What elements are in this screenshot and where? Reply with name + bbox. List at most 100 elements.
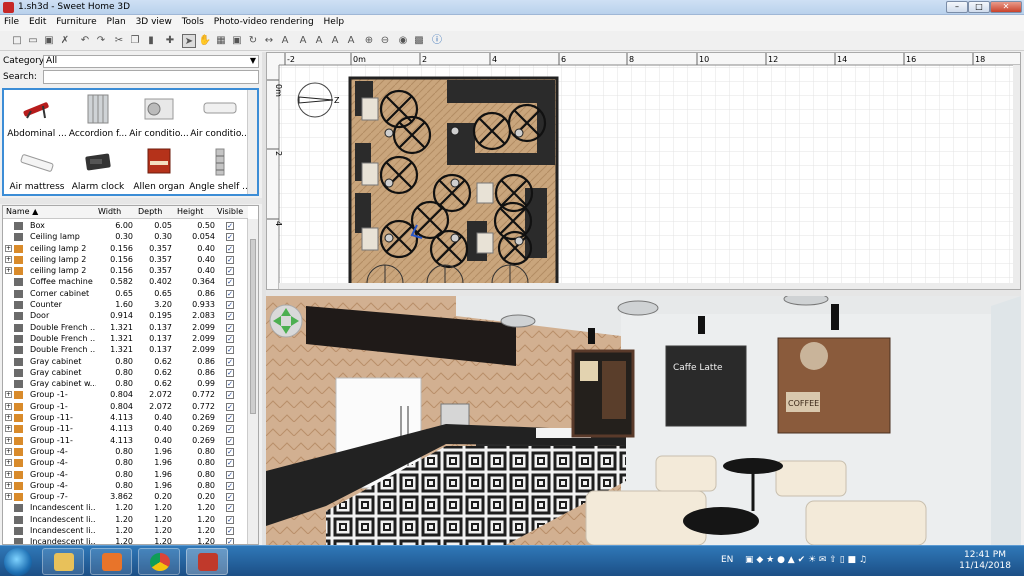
table-row[interactable]: Double French ... 1.321 0.137 2.099 ✓ — [3, 322, 248, 333]
table-row[interactable]: Gray cabinet 0.80 0.62 0.86 ✓ — [3, 367, 248, 378]
copy-icon[interactable]: ❐ — [128, 34, 142, 48]
new-file-icon[interactable]: □ — [10, 34, 24, 48]
visible-checkbox[interactable]: ✓ — [226, 357, 234, 366]
table-row[interactable]: Double French ... 1.321 0.137 2.099 ✓ — [3, 333, 248, 344]
visible-checkbox[interactable]: ✓ — [226, 312, 234, 321]
zoom-in-icon[interactable]: ⊕ — [362, 34, 376, 48]
menu-file[interactable]: File — [0, 15, 22, 27]
taskbar-file-explorer[interactable] — [42, 548, 84, 575]
table-row[interactable]: + Group -4- 0.80 1.96 0.80 ✓ — [3, 457, 248, 468]
table-row[interactable]: Corner cabinet 0.65 0.65 0.86 ✓ — [3, 288, 248, 299]
scrollbar-thumb[interactable] — [250, 239, 256, 414]
menu-tools[interactable]: Tools — [178, 15, 207, 27]
plan-view[interactable]: -2 0m 2 4 6 8 10 12 14 16 18 0m 2 4 Z — [266, 52, 1021, 290]
table-row[interactable]: Gray cabinet 0.80 0.62 0.86 ✓ — [3, 356, 248, 367]
clock[interactable]: 12:41 PM 11/14/2018 — [955, 550, 1015, 572]
create-dimensions-icon[interactable]: ↔ — [262, 34, 276, 48]
expand-icon[interactable]: + — [5, 391, 12, 399]
visible-checkbox[interactable]: ✓ — [226, 278, 234, 287]
visible-checkbox[interactable]: ✓ — [226, 402, 234, 411]
tray-icons[interactable]: ▣ ◆ ★ ● ▲ ✔ ☀ ✉ ⇧ ▯ ■ ♫ — [745, 555, 867, 565]
menu-photo-video-rendering[interactable]: Photo-video rendering — [210, 15, 317, 27]
column-width[interactable]: Width — [98, 207, 121, 216]
add-text-icon[interactable]: A — [278, 34, 292, 48]
create-rooms-icon[interactable]: ▣ — [230, 34, 244, 48]
category-select[interactable]: All ▼ — [43, 55, 259, 68]
table-row[interactable]: Box 6.00 0.05 0.50 ✓ — [3, 220, 248, 231]
search-input[interactable] — [43, 70, 259, 84]
table-row[interactable]: + ceiling lamp 2 0.156 0.357 0.40 ✓ — [3, 243, 248, 254]
create-photo-icon[interactable]: ◉ — [396, 34, 410, 48]
help-icon[interactable]: ⓘ — [430, 34, 444, 48]
visible-checkbox[interactable]: ✓ — [226, 414, 234, 423]
start-button[interactable] — [4, 548, 32, 576]
column-depth[interactable]: Depth — [138, 207, 162, 216]
catalog-item-air-mattress[interactable]: Air mattress — [6, 145, 68, 195]
expand-icon[interactable]: + — [5, 402, 12, 410]
visible-checkbox[interactable]: ✓ — [226, 481, 234, 490]
catalog-item-allen-organ[interactable]: Allen organ — [128, 145, 190, 195]
table-row[interactable]: + Group -1- 0.804 2.072 0.772 ✓ — [3, 401, 248, 412]
table-row[interactable]: Incandescent li... 1.20 1.20 1.20 ✓ — [3, 525, 248, 536]
table-row[interactable]: Door 0.914 0.195 2.083 ✓ — [3, 310, 248, 321]
expand-icon[interactable]: + — [5, 425, 12, 433]
table-row[interactable]: Incandescent li... 1.20 1.20 1.20 ✓ — [3, 514, 248, 525]
table-row[interactable]: Ceiling lamp 0.30 0.30 0.054 ✓ — [3, 231, 248, 242]
expand-icon[interactable]: + — [5, 459, 12, 467]
visible-checkbox[interactable]: ✓ — [226, 255, 234, 264]
visible-checkbox[interactable]: ✓ — [226, 289, 234, 298]
visible-checkbox[interactable]: ✓ — [226, 436, 234, 445]
menu-3d-view[interactable]: 3D view — [132, 15, 175, 27]
column-visible[interactable]: Visible — [217, 207, 243, 216]
catalog-item-accordion[interactable]: Accordion f... — [67, 92, 129, 142]
visible-checkbox[interactable]: ✓ — [226, 470, 234, 479]
menu-edit[interactable]: Edit — [25, 15, 49, 27]
select-mode-icon[interactable]: ➤ — [182, 34, 196, 48]
table-row[interactable]: + Group -4- 0.80 1.96 0.80 ✓ — [3, 480, 248, 491]
bold-text-icon[interactable]: A — [328, 34, 342, 48]
visible-checkbox[interactable]: ✓ — [226, 538, 234, 544]
visible-checkbox[interactable]: ✓ — [226, 267, 234, 276]
table-row[interactable]: Incandescent li... 1.20 1.20 1.20 ✓ — [3, 502, 248, 513]
visible-checkbox[interactable]: ✓ — [226, 447, 234, 456]
column-name[interactable]: Name ▲ — [6, 207, 38, 216]
visible-checkbox[interactable]: ✓ — [226, 233, 234, 242]
visible-checkbox[interactable]: ✓ — [226, 380, 234, 389]
visible-checkbox[interactable]: ✓ — [226, 222, 234, 230]
catalog-item-air-conditioner-2[interactable]: Air conditio... — [189, 92, 251, 142]
visible-checkbox[interactable]: ✓ — [226, 504, 234, 513]
furniture-table-scrollbar[interactable] — [247, 219, 258, 544]
expand-icon[interactable]: + — [5, 470, 12, 478]
visible-checkbox[interactable]: ✓ — [226, 334, 234, 343]
minimize-button[interactable]: – — [946, 1, 968, 13]
save-icon[interactable]: ▣ — [42, 34, 56, 48]
italic-text-icon[interactable]: A — [344, 34, 358, 48]
taskbar-chrome[interactable] — [138, 548, 180, 575]
3d-view[interactable]: Caffe Latte COFFEE — [266, 296, 1021, 545]
catalog-item-alarm-clock[interactable]: Alarm clock — [67, 145, 129, 195]
redo-icon[interactable]: ↷ — [94, 34, 108, 48]
cut-preferences-icon[interactable]: ✗ — [58, 34, 72, 48]
table-row[interactable]: Gray cabinet w... 0.80 0.62 0.99 ✓ — [3, 378, 248, 389]
expand-icon[interactable]: + — [5, 244, 12, 252]
table-row[interactable]: + Group -11- 4.113 0.40 0.269 ✓ — [3, 435, 248, 446]
table-row[interactable]: + Group -11- 4.113 0.40 0.269 ✓ — [3, 412, 248, 423]
expand-icon[interactable]: + — [5, 493, 12, 501]
menu-plan[interactable]: Plan — [103, 15, 129, 27]
column-height[interactable]: Height — [177, 207, 203, 216]
navigation-arrows-icon[interactable] — [269, 304, 303, 338]
undo-icon[interactable]: ↶ — [78, 34, 92, 48]
visible-checkbox[interactable]: ✓ — [226, 244, 234, 253]
enlarge-text-icon[interactable]: A — [296, 34, 310, 48]
table-row[interactable]: + Group -7- 3.862 0.20 0.20 ✓ — [3, 491, 248, 502]
catalog-item-angle-shelf[interactable]: Angle shelf ... — [189, 145, 251, 195]
table-row[interactable]: Incandescent li... 1.20 1.20 1.20 ✓ — [3, 536, 248, 544]
expand-icon[interactable]: + — [5, 447, 12, 455]
visible-checkbox[interactable]: ✓ — [226, 301, 234, 310]
table-row[interactable]: Double French ... 1.321 0.137 2.099 ✓ — [3, 344, 248, 355]
visible-checkbox[interactable]: ✓ — [226, 515, 234, 524]
maximize-button[interactable]: □ — [968, 1, 990, 13]
table-row[interactable]: + Group -11- 4.113 0.40 0.269 ✓ — [3, 423, 248, 434]
menu-help[interactable]: Help — [320, 15, 348, 27]
expand-icon[interactable]: + — [5, 481, 12, 489]
